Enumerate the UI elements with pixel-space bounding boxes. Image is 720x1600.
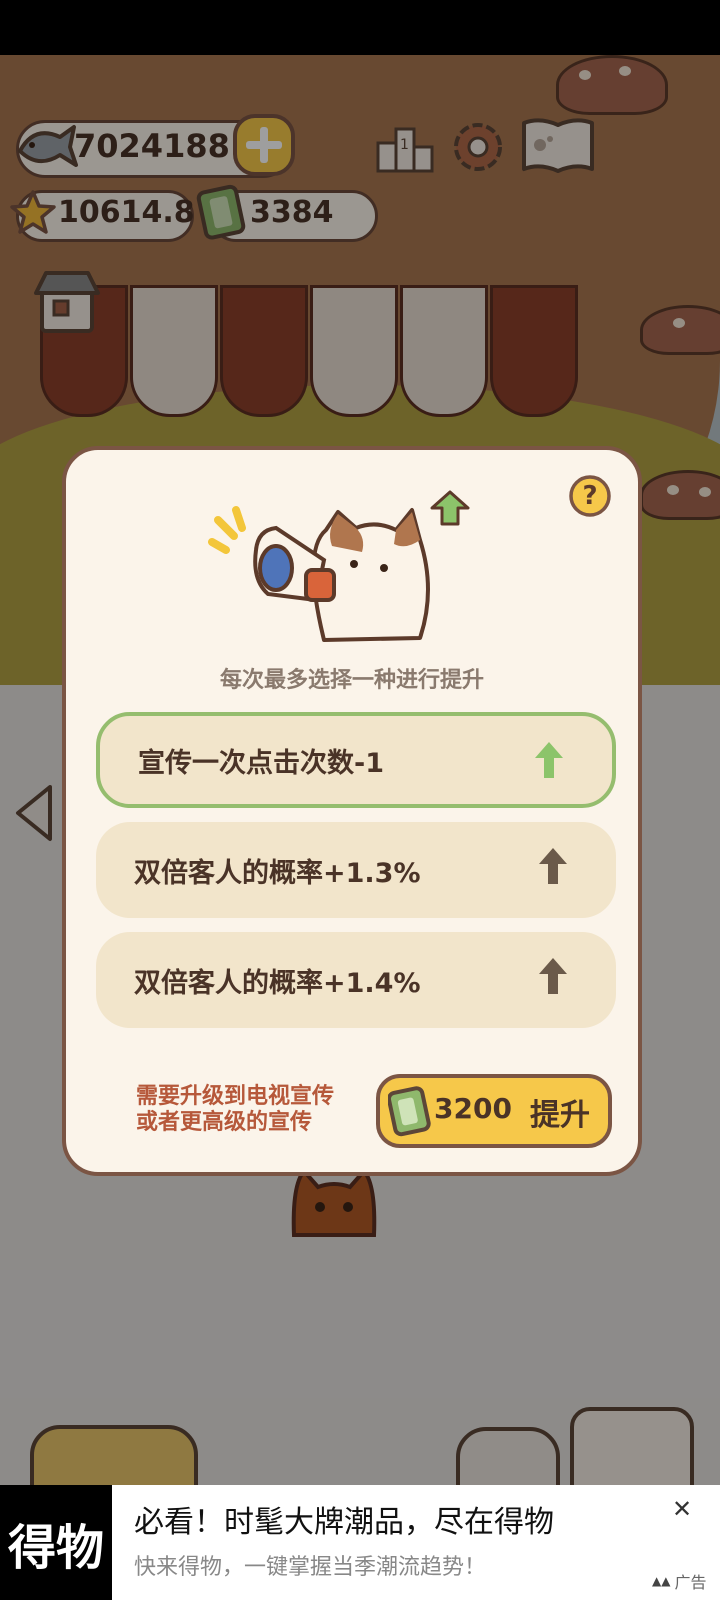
up-arrow-icon: [538, 846, 568, 890]
dialog-subtitle: 每次最多选择一种进行提升: [219, 668, 484, 693]
option-label: 宣传一次点击次数-1: [138, 747, 384, 779]
requirement-text: 需要升级到电视宣传 或者更高级的宣传: [136, 1084, 334, 1136]
ad-title: 必看！时髦大牌潮品，尽在得物: [134, 1505, 554, 1540]
ad-tag: ▲▲ 广告: [652, 1569, 706, 1593]
ticket-icon: [386, 1086, 432, 1138]
upgrade-dialog: ? 每次最多选择一种进行提升 宣传一次点击次数-1 双倍客人的概率+1.3% 双…: [62, 446, 642, 1176]
up-arrow-icon: [534, 740, 564, 784]
option-double-guest-2[interactable]: 双倍客人的概率+1.4%: [96, 932, 616, 1028]
up-arrow-icon: [538, 956, 568, 1000]
option-double-guest-1[interactable]: 双倍客人的概率+1.3%: [96, 822, 616, 918]
ad-tag-label: 广告: [674, 1573, 707, 1592]
ad-subtitle: 快来得物，一键掌握当季潮流趋势！: [134, 1555, 487, 1580]
help-question-icon[interactable]: ?: [568, 474, 612, 518]
upgrade-cost: 3200: [434, 1092, 512, 1125]
upgrade-button[interactable]: 3200 提升: [376, 1074, 612, 1148]
help-symbol: ?: [582, 481, 598, 511]
requirement-line-2: 或者更高级的宣传: [136, 1110, 313, 1135]
upgrade-label: 提升: [530, 1098, 590, 1133]
ad-mark-icon: ▲▲: [652, 1574, 671, 1588]
ad-logo: 得物: [0, 1485, 112, 1600]
requirement-line-1: 需要升级到电视宣传: [136, 1084, 335, 1109]
close-icon[interactable]: ✕: [664, 1491, 700, 1527]
cat-megaphone-illustration: [206, 490, 476, 660]
status-bar: [0, 0, 720, 55]
option-label: 双倍客人的概率+1.4%: [134, 967, 421, 999]
ad-banner[interactable]: 得物 必看！时髦大牌潮品，尽在得物 快来得物，一键掌握当季潮流趋势！ ✕ ▲▲ …: [0, 1485, 720, 1600]
option-label: 双倍客人的概率+1.3%: [134, 857, 421, 889]
option-click-count[interactable]: 宣传一次点击次数-1: [96, 712, 616, 808]
